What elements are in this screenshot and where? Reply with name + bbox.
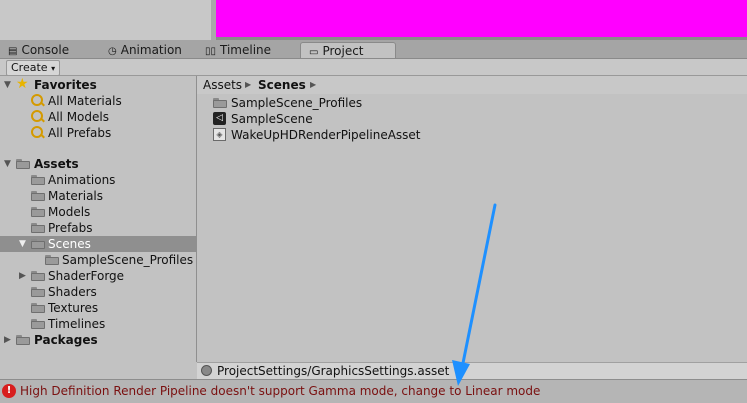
tree-item-all-materials[interactable]: All Materials xyxy=(0,93,196,109)
breadcrumb: Assets ▶ Scenes ▶ xyxy=(197,76,747,94)
chevron-down-icon: ▾ xyxy=(51,64,56,73)
folder-icon xyxy=(31,287,45,297)
folder-icon xyxy=(16,159,30,169)
create-button-label: Create xyxy=(11,61,48,74)
tree-item-label: Materials xyxy=(48,189,104,203)
expand-arrow-icon[interactable]: ▼ xyxy=(4,156,11,172)
animation-icon: ◷ xyxy=(108,46,117,57)
folder-icon xyxy=(31,271,45,281)
status-bar[interactable]: ! High Definition Render Pipeline doesn'… xyxy=(0,379,747,403)
tree-item-all-models[interactable]: All Models xyxy=(0,109,196,125)
folder-icon xyxy=(45,255,59,265)
unity-scene-icon: ◁ xyxy=(213,112,226,125)
breadcrumb-assets[interactable]: Assets xyxy=(203,76,242,94)
tree-item-assets[interactable]: ▼ Assets xyxy=(0,156,196,172)
error-icon: ! xyxy=(2,384,16,398)
settings-asset-icon xyxy=(201,365,212,376)
tree-item-shaders[interactable]: Shaders xyxy=(0,284,196,300)
tree-item-all-prefabs[interactable]: All Prefabs xyxy=(0,125,196,141)
asset-file-icon: ◈ xyxy=(213,128,226,141)
tab-bar: ▤ Console ◷ Animation ▯▯ Timeline ▭ Project xyxy=(0,40,747,59)
folder-icon xyxy=(31,319,45,329)
tree-item-prefabs[interactable]: Prefabs xyxy=(0,220,196,236)
tree-item-samplescene-profiles[interactable]: SampleScene_Profiles xyxy=(0,252,196,268)
tab-animation[interactable]: ◷ Animation xyxy=(108,42,182,58)
tree-item-label: All Materials xyxy=(48,94,122,108)
tab-project-label: Project xyxy=(322,44,364,58)
collapse-arrow-icon[interactable]: ▶ xyxy=(4,332,11,348)
breadcrumb-scenes[interactable]: Scenes xyxy=(258,76,306,94)
tree-item-label: Scenes xyxy=(48,237,91,251)
project-toolbar: Create ▾ xyxy=(0,59,747,76)
tree-item-models[interactable]: Models xyxy=(0,204,196,220)
tree-item-label: Packages xyxy=(34,333,98,347)
tree-item-label: Textures xyxy=(48,301,99,315)
search-icon xyxy=(31,126,45,140)
hierarchy-panel-bottom xyxy=(0,0,211,40)
scene-view[interactable] xyxy=(216,0,747,37)
tree-item-timelines[interactable]: Timelines xyxy=(0,316,196,332)
panel-splitter[interactable] xyxy=(196,76,197,362)
console-icon: ▤ xyxy=(8,46,18,57)
list-item-label: WakeUpHDRenderPipelineAsset xyxy=(231,128,421,142)
tree-item-label: Timelines xyxy=(48,317,106,331)
selected-asset-path: ProjectSettings/GraphicsSettings.asset xyxy=(217,364,450,378)
tree-item-shaderforge[interactable]: ▶ ShaderForge xyxy=(0,268,196,284)
star-icon: ★ xyxy=(16,76,29,92)
tree-item-label: All Prefabs xyxy=(48,126,112,140)
project-tree: ▼ ★ Favorites All Materials All Models A… xyxy=(0,76,196,366)
search-icon xyxy=(31,110,45,124)
list-item-label: SampleScene xyxy=(231,112,313,126)
folder-icon xyxy=(31,175,45,185)
status-message[interactable]: High Definition Render Pipeline doesn't … xyxy=(20,380,540,403)
collapse-arrow-icon[interactable]: ▶ xyxy=(19,268,26,284)
tree-item-animations[interactable]: Animations xyxy=(0,172,196,188)
tree-item-scenes[interactable]: ▼ Scenes xyxy=(0,236,196,252)
selected-asset-path-bar: ProjectSettings/GraphicsSettings.asset xyxy=(197,362,747,379)
tab-timeline[interactable]: ▯▯ Timeline xyxy=(205,42,271,58)
tree-item-label: All Models xyxy=(48,110,109,124)
chevron-right-icon: ▶ xyxy=(310,80,317,89)
tree-item-materials[interactable]: Materials xyxy=(0,188,196,204)
tree-item-label: Favorites xyxy=(34,78,97,92)
tab-console-label: Console xyxy=(21,43,70,57)
tab-console[interactable]: ▤ Console xyxy=(8,42,69,58)
folder-icon xyxy=(213,98,227,108)
create-button[interactable]: Create ▾ xyxy=(6,60,61,76)
chevron-right-icon: ▶ xyxy=(245,80,252,89)
folder-icon xyxy=(16,335,30,345)
list-item-label: SampleScene_Profiles xyxy=(231,96,363,110)
timeline-icon: ▯▯ xyxy=(205,46,217,57)
search-icon xyxy=(31,94,45,108)
folder-icon xyxy=(31,239,45,249)
folder-icon xyxy=(31,191,45,201)
tab-timeline-label: Timeline xyxy=(220,43,272,57)
tree-item-label: Animations xyxy=(48,173,116,187)
tree-item-label: Models xyxy=(48,205,91,219)
tree-item-favorites[interactable]: ▼ ★ Favorites xyxy=(0,76,196,93)
tree-item-label: Assets xyxy=(34,157,79,171)
tab-project[interactable]: ▭ Project xyxy=(300,42,396,58)
folder-icon xyxy=(31,223,45,233)
tree-item-label: Prefabs xyxy=(48,221,93,235)
tab-animation-label: Animation xyxy=(120,43,182,57)
folder-icon xyxy=(31,207,45,217)
tree-item-textures[interactable]: Textures xyxy=(0,300,196,316)
expand-arrow-icon[interactable]: ▼ xyxy=(19,236,26,252)
tree-item-label: ShaderForge xyxy=(48,269,125,283)
tree-item-label: SampleScene_Profiles xyxy=(62,253,194,267)
expand-arrow-icon[interactable]: ▼ xyxy=(4,77,11,93)
tree-item-label: Shaders xyxy=(48,285,97,299)
tree-item-packages[interactable]: ▶ Packages xyxy=(0,332,196,348)
folder-icon xyxy=(31,303,45,313)
